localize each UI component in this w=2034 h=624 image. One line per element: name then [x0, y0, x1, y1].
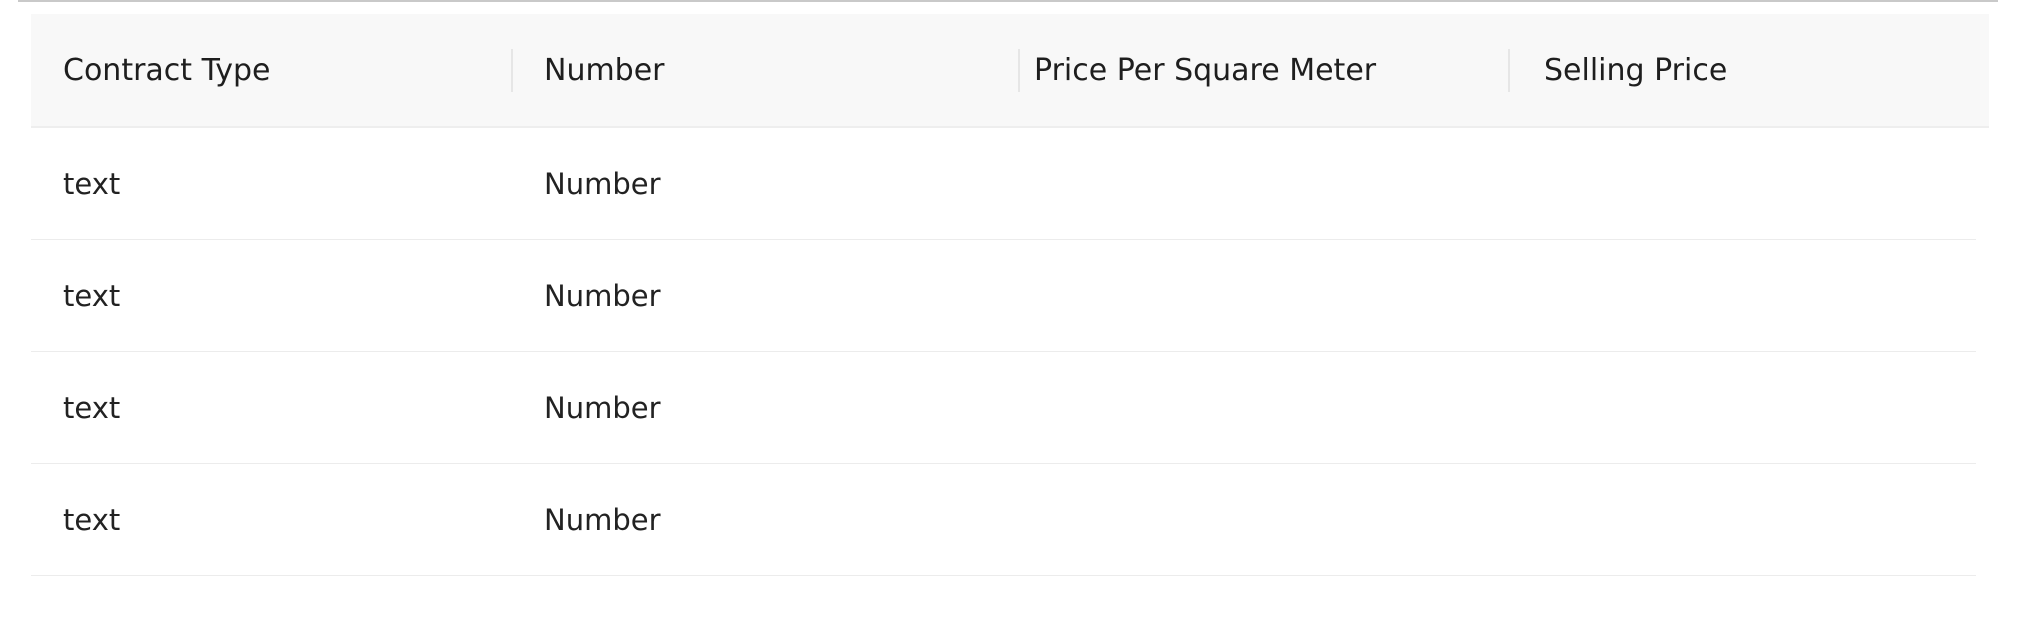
cell-contract-type: text [63, 502, 121, 537]
cell-contract-type: text [63, 166, 121, 201]
top-divider [18, 0, 1998, 2]
cell-number: Number [544, 278, 661, 313]
column-divider[interactable] [1508, 49, 1510, 92]
column-header-selling-price[interactable]: Selling Price [1544, 14, 1727, 126]
table-row[interactable]: text Number [31, 240, 1976, 352]
cell-contract-type: text [63, 278, 121, 313]
column-header-number[interactable]: Number [544, 14, 665, 126]
data-table: Contract Type Number Price Per Square Me… [31, 14, 1989, 576]
column-divider[interactable] [1018, 49, 1020, 92]
table-row[interactable]: text Number [31, 128, 1976, 240]
cell-contract-type: text [63, 390, 121, 425]
cell-number: Number [544, 390, 661, 425]
table-header: Contract Type Number Price Per Square Me… [31, 14, 1989, 128]
column-divider[interactable] [511, 49, 513, 92]
column-header-contract-type[interactable]: Contract Type [63, 14, 271, 126]
table-row[interactable]: text Number [31, 464, 1976, 576]
table-row[interactable]: text Number [31, 352, 1976, 464]
cell-number: Number [544, 502, 661, 537]
column-header-price-per-square-meter[interactable]: Price Per Square Meter [1034, 14, 1376, 126]
cell-number: Number [544, 166, 661, 201]
